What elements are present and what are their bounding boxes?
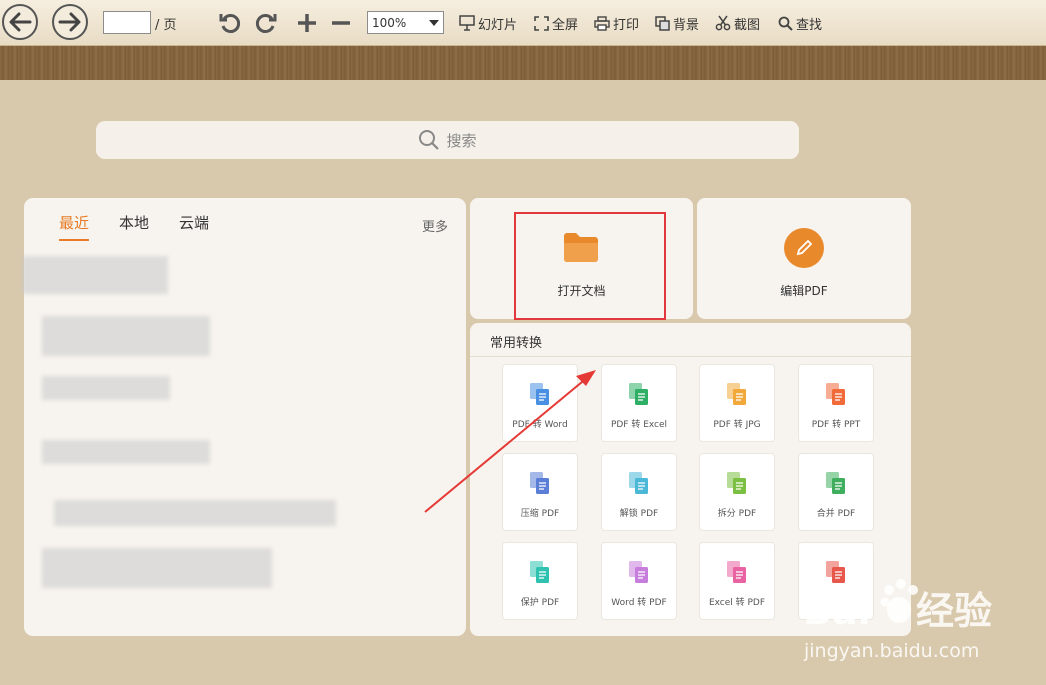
tab-cloud[interactable]: 云端 <box>179 212 209 241</box>
conversion-label: 压缩 PDF <box>520 509 560 519</box>
zoom-select[interactable]: 100% <box>367 11 444 34</box>
conversion-title: 常用转换 <box>490 336 543 351</box>
search-input[interactable]: 搜索 <box>96 121 799 159</box>
file-tabs: 最近 本地 云端 <box>59 212 239 241</box>
list-item[interactable] <box>42 316 210 356</box>
conversion-tile[interactable]: 解锁 PDF <box>601 453 677 531</box>
more-link[interactable]: 更多 <box>422 216 448 235</box>
page-number-input[interactable] <box>103 11 151 34</box>
conversion-label: PDF 转 Word <box>512 420 568 430</box>
conversion-label: Word 转 PDF <box>611 598 667 608</box>
document-convert-icon <box>629 561 648 583</box>
svg-text:经验: 经验 <box>916 589 992 633</box>
list-item[interactable] <box>22 256 168 294</box>
conversion-tile[interactable]: 保护 PDF <box>502 542 578 620</box>
conversion-label: Excel 转 PDF <box>708 598 766 608</box>
background-icon <box>655 15 670 31</box>
document-convert-icon <box>727 561 746 583</box>
print-button[interactable]: 打印 <box>594 0 639 46</box>
screenshot-button[interactable]: 截图 <box>715 0 760 46</box>
tab-local[interactable]: 本地 <box>119 212 149 241</box>
list-item[interactable] <box>42 548 272 588</box>
list-item[interactable] <box>42 440 210 464</box>
arrow-right-icon <box>58 12 81 32</box>
conversion-label: 拆分 PDF <box>717 509 757 519</box>
rotate-left-button[interactable] <box>218 0 242 46</box>
conversion-tile[interactable]: 压缩 PDF <box>502 453 578 531</box>
watermark-url: jingyan.baidu.com <box>804 640 980 662</box>
conversion-label: PDF 转 Excel <box>610 420 668 430</box>
conversion-tile[interactable]: 拆分 PDF <box>699 453 775 531</box>
search-icon <box>778 16 793 31</box>
fullscreen-button[interactable]: 全屏 <box>534 0 578 46</box>
edit-pdf-card[interactable]: 编辑PDF <box>697 198 911 319</box>
zoom-value: 100% <box>372 15 407 30</box>
list-item[interactable] <box>42 376 170 400</box>
divider <box>470 356 911 357</box>
pencil-icon <box>796 239 813 256</box>
document-convert-icon <box>727 472 746 494</box>
print-icon <box>594 15 610 31</box>
conversion-label: 合并 PDF <box>816 509 856 519</box>
background-label: 背景 <box>673 17 700 33</box>
tab-recent[interactable]: 最近 <box>59 212 90 241</box>
edit-pdf-label: 编辑PDF <box>780 284 828 298</box>
conversion-label: 解锁 PDF <box>619 509 659 519</box>
arrow-left-icon <box>9 12 32 32</box>
back-button[interactable] <box>2 4 38 40</box>
rotate-left-icon <box>219 14 241 33</box>
list-item[interactable] <box>54 500 336 526</box>
zoom-out-button[interactable] <box>330 0 352 46</box>
conversion-label: 保护 PDF <box>520 598 560 608</box>
document-convert-icon <box>727 383 746 405</box>
find-label: 查找 <box>796 17 823 33</box>
print-label: 打印 <box>613 17 640 33</box>
background-button[interactable]: 背景 <box>655 0 699 46</box>
document-convert-icon <box>629 383 648 405</box>
document-convert-icon <box>530 472 549 494</box>
search-icon <box>419 130 440 150</box>
find-button[interactable]: 查找 <box>778 0 822 46</box>
document-convert-icon <box>530 383 549 405</box>
document-convert-icon <box>826 472 845 494</box>
conversion-tile[interactable]: 合并 PDF <box>798 453 874 531</box>
edit-pdf-badge <box>784 228 824 268</box>
page-suffix: / 页 <box>155 17 177 33</box>
recent-files-panel: 最近 本地 云端 更多 <box>22 198 466 636</box>
scissors-icon <box>715 15 731 31</box>
document-convert-icon <box>530 561 549 583</box>
rotate-right-button[interactable] <box>254 0 278 46</box>
fullscreen-label: 全屏 <box>552 17 579 33</box>
conversion-tile[interactable]: PDF 转 Excel <box>601 364 677 442</box>
svg-text:Bai: Bai <box>803 589 871 633</box>
conversion-tile[interactable]: PDF 转 JPG <box>699 364 775 442</box>
forward-button[interactable] <box>52 4 88 40</box>
conversion-tile[interactable]: PDF 转 PPT <box>798 364 874 442</box>
document-convert-icon <box>629 472 648 494</box>
conversion-label: PDF 转 PPT <box>811 420 861 430</box>
document-convert-icon <box>826 383 845 405</box>
slideshow-icon <box>459 15 475 31</box>
zoom-in-button[interactable] <box>296 0 318 46</box>
minus-icon <box>332 21 350 25</box>
rotate-right-icon <box>255 14 277 33</box>
conversion-tile[interactable]: Excel 转 PDF <box>699 542 775 620</box>
conversion-tile[interactable]: Word 转 PDF <box>601 542 677 620</box>
plus-icon <box>298 14 316 32</box>
fullscreen-icon <box>534 15 549 31</box>
toolbar: / 页 100% 幻灯片 全屏 打印 背景 截图 查找 <box>0 0 1046 46</box>
screenshot-label: 截图 <box>734 17 761 33</box>
slideshow-label: 幻灯片 <box>478 17 518 33</box>
conversion-label: PDF 转 JPG <box>713 420 761 430</box>
conversion-tile[interactable]: PDF 转 Word <box>502 364 578 442</box>
slideshow-button[interactable]: 幻灯片 <box>459 0 517 46</box>
chevron-down-icon <box>429 20 439 26</box>
wood-divider <box>0 46 1046 80</box>
search-placeholder: 搜索 <box>446 131 477 150</box>
highlight-box <box>514 212 666 320</box>
